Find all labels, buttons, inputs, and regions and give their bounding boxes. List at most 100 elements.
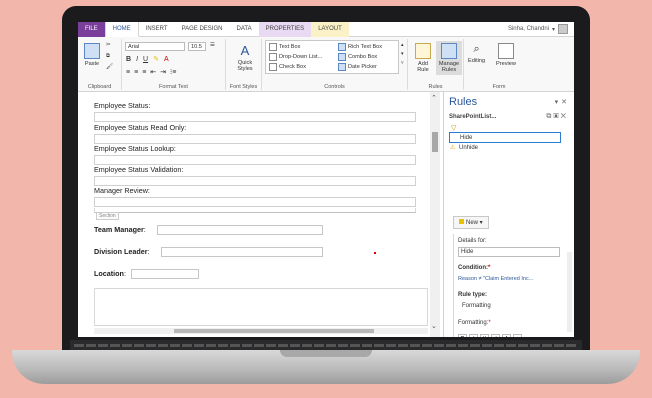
indent-icon[interactable]: ⇤	[150, 68, 156, 76]
controls-label: Controls	[324, 84, 345, 90]
close-icon[interactable]: ✕	[561, 99, 570, 106]
italic-icon[interactable]: I	[136, 56, 138, 63]
input-employee-status[interactable]	[94, 112, 416, 122]
new-rule-button[interactable]: New ▾	[453, 216, 489, 229]
field-employee-status: Employee Status:	[94, 101, 151, 110]
group-font-styles: A Quick Styles Font Styles	[226, 39, 262, 90]
tab-insert[interactable]: INSERT	[139, 22, 175, 37]
font-styles-label: Font Styles	[229, 84, 258, 90]
tab-page-design[interactable]: PAGE DESIGN	[175, 22, 230, 37]
user-account[interactable]: Sinha, Chandni ▾	[508, 24, 574, 34]
horizontal-scrollbar[interactable]	[94, 328, 428, 334]
editing-button[interactable]: ⌕ Editing	[468, 43, 485, 64]
input-employee-status-lookup[interactable]	[94, 155, 416, 165]
controls-gallery: Text Box Rich Text Box Drop-Down List...…	[265, 40, 399, 74]
cut-icon[interactable]: ✂	[106, 42, 111, 48]
align-left-icon[interactable]: ≡	[126, 69, 130, 76]
rules-pane: Rules ▾✕ SharePointList... ⧉▣✕ ▽ Hide ⚠ …	[445, 92, 574, 337]
condition-label: Condition:*	[458, 265, 491, 271]
align-center-icon[interactable]: ≡	[134, 69, 138, 76]
clipboard-label: Clipboard	[87, 84, 112, 90]
ribbon-tabbar: FILE HOME INSERT PAGE DESIGN DATA PROPER…	[78, 22, 574, 37]
rule-details: Details for: Hide Condition:* Reason ≠ "…	[453, 234, 565, 337]
input-employee-status-validation[interactable]	[94, 176, 416, 186]
details-for-input[interactable]: Hide	[458, 247, 560, 257]
group-format-text: Arial 10.5 ☰ BIU ✎ A ≡ ≡ ≡ ⇤ ⇥ ⁝≡ Format Text	[122, 39, 226, 90]
control-check-box[interactable]: Check Box	[269, 63, 306, 71]
formatting-label: Formatting:*	[458, 320, 491, 326]
format-painter-icon[interactable]: 🖌	[106, 64, 113, 70]
tab-properties[interactable]: PROPERTIES	[258, 22, 312, 37]
rule-type-value: Formatting	[462, 303, 491, 309]
field-employee-status-validation: Employee Status Validation:	[94, 165, 184, 174]
paste-button[interactable]: Paste	[84, 43, 100, 67]
highlight-icon[interactable]: ✎	[153, 55, 159, 63]
input-location[interactable]	[131, 269, 199, 279]
gallery-scroll[interactable]: ▴ ▾ ▿	[401, 42, 404, 66]
horizontal-scroll-thumb[interactable]	[174, 329, 374, 333]
underline-icon[interactable]: U	[143, 56, 148, 63]
quick-styles-button[interactable]: A Quick Styles	[232, 43, 258, 72]
paste-rule-icon[interactable]: ▣	[553, 113, 560, 120]
tab-home[interactable]: HOME	[104, 22, 139, 37]
line-spacing-icon[interactable]: ☰	[210, 42, 215, 48]
font-size-select[interactable]: 10.5	[188, 42, 206, 51]
preview-button[interactable]: Preview	[496, 43, 516, 67]
date-picker-icon	[338, 63, 346, 71]
new-rule-icon	[459, 219, 464, 224]
form-label: Form	[492, 84, 506, 90]
tab-file[interactable]: FILE	[78, 22, 105, 37]
control-date-picker[interactable]: Date Picker	[338, 63, 377, 71]
control-rich-text-box[interactable]: Rich Text Box	[338, 43, 382, 51]
paragraph-buttons: ≡ ≡ ≡ ⇤ ⇥ ⁝≡	[126, 68, 176, 77]
section-tag[interactable]: Section	[96, 212, 119, 220]
underline-icon[interactable]: U	[480, 334, 489, 337]
delete-rule-icon[interactable]: ✕	[561, 113, 568, 120]
manage-rules-icon	[441, 43, 457, 59]
bold-icon[interactable]: B	[458, 334, 467, 337]
copy-icon[interactable]: ⧉	[106, 53, 110, 60]
font-color-icon[interactable]: A	[502, 334, 511, 337]
shading-icon[interactable]: ◇	[513, 334, 522, 337]
control-text-box[interactable]: Text Box	[269, 43, 300, 51]
red-dot-marker	[374, 252, 376, 254]
font-color-icon[interactable]: A	[164, 56, 169, 63]
label-team-manager: Team Manager:	[94, 225, 146, 234]
bullets-icon[interactable]: ⁝≡	[170, 68, 176, 76]
vertical-scrollbar[interactable]: ⌃ ⌄	[430, 92, 440, 337]
control-combo-box[interactable]: Combo Box	[338, 53, 377, 61]
laptop-base	[12, 350, 640, 384]
dropdown-arrow-icon: ▾	[551, 26, 555, 33]
quick-styles-icon: A	[240, 43, 250, 58]
tab-layout[interactable]: LAYOUT	[311, 22, 349, 37]
avatar	[558, 24, 568, 34]
align-right-icon[interactable]: ≡	[142, 69, 146, 76]
manage-rules-button[interactable]: Manage Rules	[436, 41, 462, 75]
italic-icon[interactable]: I	[469, 334, 478, 337]
scroll-down-icon[interactable]: ⌄	[431, 322, 437, 330]
condition-link[interactable]: Reason ≠ "Claim Entered Inc...	[458, 276, 533, 282]
rule-item-unhide[interactable]: Unhide	[449, 143, 561, 154]
input-division-leader[interactable]	[161, 247, 323, 257]
rule-item-hide[interactable]: Hide	[449, 132, 561, 143]
strikethrough-icon[interactable]: ab	[491, 334, 500, 337]
input-employee-status-read-only[interactable]	[94, 134, 416, 144]
outdent-icon[interactable]: ⇥	[160, 68, 166, 76]
font-name-select[interactable]: Arial	[125, 42, 185, 51]
empty-section	[94, 288, 428, 326]
check-box-icon	[269, 63, 277, 71]
input-team-manager[interactable]	[157, 225, 323, 235]
control-drop-down-list[interactable]: Drop-Down List...	[269, 53, 322, 61]
scroll-up-icon[interactable]: ⌃	[431, 94, 437, 102]
font-style-buttons: BIU ✎ A	[126, 55, 169, 64]
field-employee-status-read-only: Employee Status Read Only:	[94, 123, 187, 132]
tab-data[interactable]: DATA	[229, 22, 258, 37]
pane-scrollbar[interactable]	[567, 252, 572, 332]
group-rules: Add Rule Manage Rules Rules	[408, 39, 464, 90]
vertical-scroll-thumb[interactable]	[432, 132, 438, 152]
user-name: Sinha, Chandni	[507, 26, 549, 32]
bold-icon[interactable]: B	[126, 56, 131, 63]
group-form: ⌕ Editing Preview Form	[464, 39, 544, 90]
input-manager-review[interactable]	[94, 197, 416, 207]
add-rule-button[interactable]: Add Rule	[412, 43, 434, 73]
